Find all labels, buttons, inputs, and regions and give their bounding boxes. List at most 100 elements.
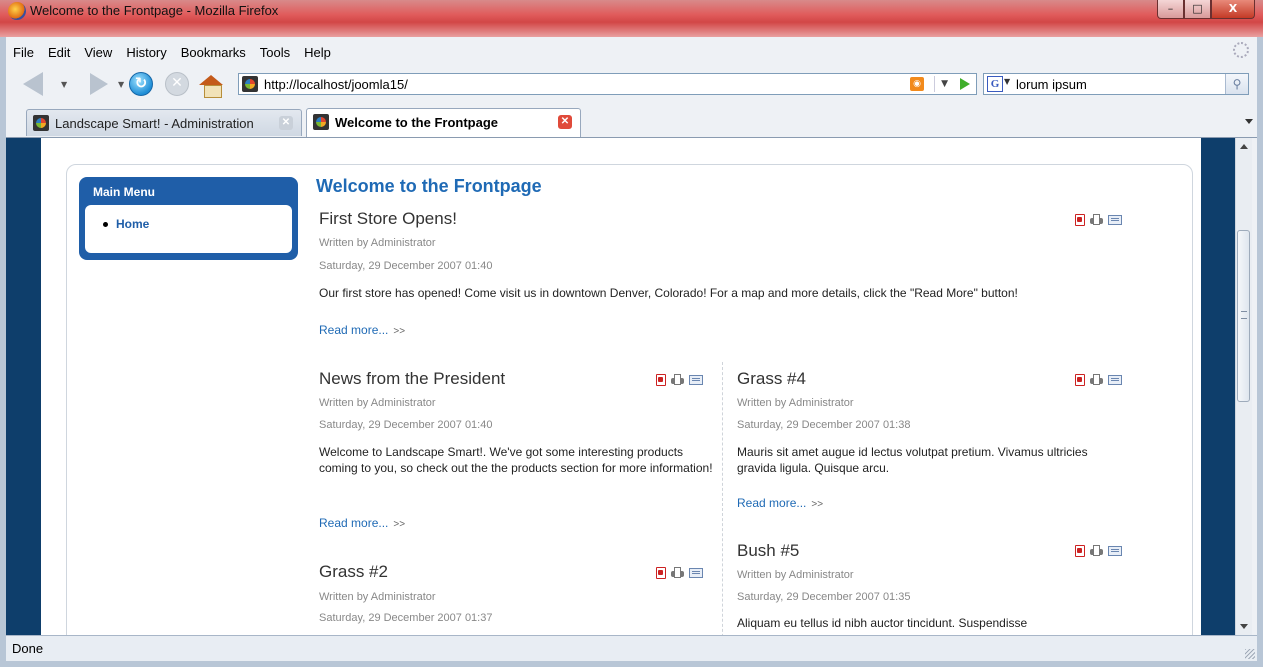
maximize-button[interactable]: □ bbox=[1184, 0, 1211, 19]
title-bar: Welcome to the Frontpage - Mozilla Firef… bbox=[0, 0, 1263, 37]
read-more-link[interactable]: Read more... >> bbox=[319, 516, 405, 530]
firefox-icon bbox=[8, 2, 26, 20]
read-more-link[interactable]: Read more... >> bbox=[737, 496, 823, 510]
print-icon[interactable] bbox=[1090, 213, 1103, 226]
print-icon[interactable] bbox=[671, 373, 684, 386]
menu-file[interactable]: File bbox=[6, 45, 41, 60]
read-more-label[interactable]: Read more... bbox=[737, 496, 806, 510]
bullet-icon bbox=[103, 222, 108, 227]
scrollbar-thumb[interactable] bbox=[1237, 230, 1250, 402]
article-author: Written by Administrator bbox=[737, 397, 854, 409]
tab-close-icon[interactable]: ✕ bbox=[279, 116, 293, 130]
joomla-favicon-icon bbox=[313, 114, 329, 130]
email-icon[interactable] bbox=[689, 567, 703, 578]
home-button[interactable] bbox=[196, 70, 226, 98]
article-title[interactable]: Grass #4 bbox=[737, 369, 806, 389]
search-bar[interactable]: G ▼ lorum ipsum ⚲ bbox=[983, 73, 1249, 95]
main-menu-list: Home bbox=[85, 205, 292, 253]
forward-button[interactable] bbox=[82, 70, 116, 98]
article-actions bbox=[1074, 213, 1122, 226]
site-favicon-icon bbox=[242, 76, 258, 92]
url-bar[interactable]: http://localhost/joomla15/ ◉ ▼ bbox=[238, 73, 977, 95]
read-more-label[interactable]: Read more... bbox=[319, 323, 388, 337]
forward-history-dropdown-icon[interactable]: ▼ bbox=[118, 80, 124, 89]
article-body: Aliquam eu tellus id nibh auctor tincidu… bbox=[737, 616, 1028, 630]
menu-history[interactable]: History bbox=[119, 45, 173, 60]
status-bar: Done bbox=[6, 635, 1257, 661]
article-title[interactable]: News from the President bbox=[319, 369, 505, 389]
menu-edit[interactable]: Edit bbox=[41, 45, 77, 60]
search-engine-dropdown-icon[interactable]: ▼ bbox=[1004, 77, 1010, 86]
article-date: Saturday, 29 December 2007 01:40 bbox=[319, 419, 493, 431]
main-menu-module: Main Menu Home bbox=[79, 177, 298, 260]
scroll-up-icon[interactable] bbox=[1240, 144, 1248, 149]
menu-help[interactable]: Help bbox=[297, 45, 338, 60]
email-icon[interactable] bbox=[1108, 545, 1122, 556]
resize-grip-icon[interactable] bbox=[1245, 649, 1255, 659]
email-icon[interactable] bbox=[1108, 374, 1122, 385]
article-title[interactable]: Bush #5 bbox=[737, 541, 799, 561]
print-icon[interactable] bbox=[1090, 373, 1103, 386]
pdf-icon[interactable] bbox=[1074, 373, 1085, 386]
back-history-dropdown-icon[interactable]: ▼ bbox=[61, 80, 67, 89]
main-menu-title: Main Menu bbox=[93, 185, 155, 199]
article-body: Mauris sit amet augue id lectus volutpat… bbox=[737, 445, 1088, 475]
reload-icon: ↻ bbox=[129, 72, 153, 96]
back-arrow-icon bbox=[23, 72, 43, 96]
article-date: Saturday, 29 December 2007 01:38 bbox=[737, 419, 911, 431]
tab-label: Welcome to the Frontpage bbox=[335, 115, 498, 130]
status-text: Done bbox=[12, 641, 44, 656]
menu-tools[interactable]: Tools bbox=[253, 45, 297, 60]
pdf-icon[interactable] bbox=[655, 566, 666, 579]
menu-bookmarks[interactable]: Bookmarks bbox=[174, 45, 253, 60]
tab-label: Landscape Smart! - Administration bbox=[55, 116, 254, 131]
tab-list-dropdown-icon[interactable] bbox=[1245, 119, 1253, 124]
url-history-dropdown-icon[interactable]: ▼ bbox=[934, 76, 948, 92]
read-more-arrows: >> bbox=[393, 519, 406, 530]
stop-button[interactable]: ✕ bbox=[162, 70, 192, 98]
search-engine-google-icon[interactable]: G bbox=[987, 76, 1003, 92]
minimize-button[interactable]: – bbox=[1157, 0, 1184, 19]
forward-arrow-icon bbox=[90, 73, 108, 95]
print-icon[interactable] bbox=[1090, 544, 1103, 557]
print-icon[interactable] bbox=[671, 566, 684, 579]
window-controls: – □ X bbox=[1157, 0, 1255, 20]
pdf-icon[interactable] bbox=[655, 373, 666, 386]
search-magnifier-icon[interactable]: ⚲ bbox=[1225, 74, 1248, 94]
email-icon[interactable] bbox=[689, 374, 703, 385]
menu-bar: File Edit View History Bookmarks Tools H… bbox=[6, 39, 338, 65]
vertical-scrollbar[interactable] bbox=[1235, 138, 1252, 635]
article-author: Written by Administrator bbox=[319, 591, 436, 603]
tab-frontpage[interactable]: Welcome to the Frontpage ✕ bbox=[306, 108, 581, 137]
sidebar-item-home[interactable]: Home bbox=[116, 217, 149, 231]
article-body: Welcome to Landscape Smart!. We've got s… bbox=[319, 445, 713, 475]
article-title[interactable]: First Store Opens! bbox=[319, 209, 457, 229]
article-body: Our first store has opened! Come visit u… bbox=[319, 286, 1018, 300]
back-button[interactable] bbox=[16, 70, 50, 98]
scroll-down-icon[interactable] bbox=[1240, 624, 1248, 629]
grip-icon bbox=[1241, 311, 1247, 319]
pdf-icon[interactable] bbox=[1074, 213, 1085, 226]
article-actions bbox=[655, 566, 703, 579]
url-text[interactable]: http://localhost/joomla15/ bbox=[264, 77, 408, 92]
email-icon[interactable] bbox=[1108, 214, 1122, 225]
menu-view[interactable]: View bbox=[77, 45, 119, 60]
article-author: Written by Administrator bbox=[737, 569, 854, 581]
tab-bar: Landscape Smart! - Administration ✕ Welc… bbox=[6, 105, 1257, 138]
article-date: Saturday, 29 December 2007 01:35 bbox=[737, 591, 911, 603]
article-title[interactable]: Grass #2 bbox=[319, 562, 388, 582]
search-input[interactable]: lorum ipsum bbox=[1016, 77, 1087, 92]
rss-feed-icon[interactable]: ◉ bbox=[910, 77, 924, 91]
read-more-arrows: >> bbox=[811, 499, 824, 510]
article-author: Written by Administrator bbox=[319, 397, 436, 409]
pdf-icon[interactable] bbox=[1074, 544, 1085, 557]
article-actions bbox=[1074, 544, 1122, 557]
activity-throbber-icon bbox=[1233, 42, 1249, 58]
read-more-label[interactable]: Read more... bbox=[319, 516, 388, 530]
go-button-icon[interactable] bbox=[960, 78, 970, 90]
tab-close-icon[interactable]: ✕ bbox=[558, 115, 572, 129]
tab-administration[interactable]: Landscape Smart! - Administration ✕ bbox=[26, 109, 302, 136]
read-more-link[interactable]: Read more... >> bbox=[319, 323, 405, 337]
close-button[interactable]: X bbox=[1211, 0, 1255, 19]
reload-button[interactable]: ↻ bbox=[126, 70, 156, 98]
